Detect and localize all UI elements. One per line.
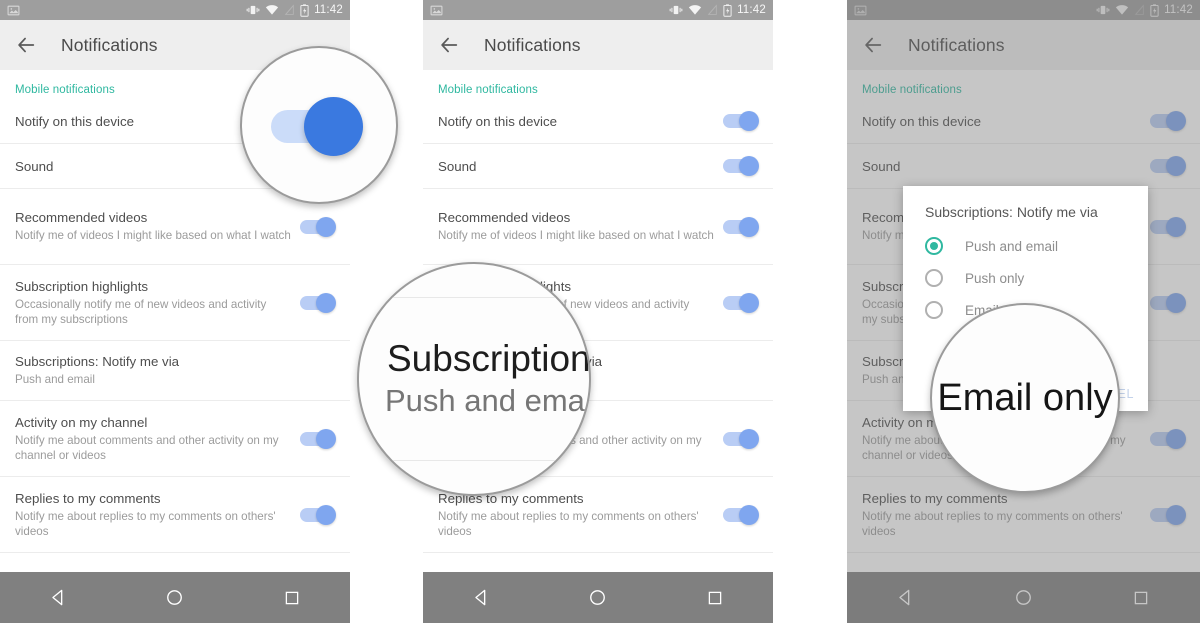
nav-back-button[interactable] bbox=[468, 585, 494, 611]
row-title: Subscription highlights bbox=[15, 278, 149, 294]
toggle-activity-on-my-channel[interactable] bbox=[300, 428, 336, 449]
toggle-replies-to-my-comments[interactable] bbox=[723, 504, 759, 525]
navigation-bar bbox=[423, 572, 773, 623]
status-bar-left-icons bbox=[7, 4, 20, 17]
row-title: Activity on my channel bbox=[15, 414, 148, 430]
toggle-thumb bbox=[739, 111, 759, 131]
screenshot-stage: 11:42 Notifications Mobile notifications… bbox=[0, 0, 1200, 623]
nav-home-button[interactable] bbox=[585, 585, 611, 611]
toggle-subscription-highlights[interactable] bbox=[723, 292, 759, 313]
nav-recents-button[interactable] bbox=[702, 585, 728, 611]
magnified-option-label: Email only bbox=[937, 376, 1113, 419]
toggle-notify-on-this-device[interactable] bbox=[723, 111, 759, 131]
battery-charging-icon bbox=[723, 3, 732, 17]
toggle-thumb bbox=[739, 428, 759, 449]
wifi-icon bbox=[688, 5, 702, 15]
radio-button[interactable] bbox=[925, 269, 943, 287]
toggle-thumb bbox=[316, 216, 336, 237]
signal-off-icon bbox=[707, 4, 717, 15]
row-title: Recommended videos bbox=[438, 210, 571, 226]
dialog-title: Subscriptions: Notify me via bbox=[925, 204, 1098, 220]
magnified-toggle-switch bbox=[271, 94, 367, 156]
row-title: Subscriptions: Notify me via bbox=[15, 354, 180, 370]
app-bar: Notifications bbox=[423, 20, 773, 70]
toggle-thumb bbox=[316, 292, 336, 313]
battery-charging-icon bbox=[300, 3, 309, 17]
radio-label: Push only bbox=[965, 270, 1025, 286]
list-item-subscriptions-notify-me-via[interactable]: Subscriptions: Notify me via Push and em… bbox=[0, 341, 350, 401]
toggle-thumb bbox=[739, 216, 759, 237]
back-arrow-icon[interactable] bbox=[438, 34, 460, 56]
magnifier-content: Email only bbox=[932, 305, 1118, 491]
row-title: Notify on this device bbox=[438, 113, 557, 129]
status-bar-right-icons: 11:42 bbox=[246, 3, 343, 17]
radio-button-selected[interactable] bbox=[925, 237, 943, 255]
toggle-recommended-videos[interactable] bbox=[300, 216, 336, 237]
screenshot-icon bbox=[7, 5, 20, 15]
list-item[interactable]: Subscription highlights Occasionally not… bbox=[0, 265, 350, 341]
list-item[interactable]: Recommended videos Notify me of videos I… bbox=[423, 189, 773, 265]
row-subtitle: Notify me about replies to my comments o… bbox=[15, 509, 276, 539]
toggle-subscription-highlights[interactable] bbox=[300, 292, 336, 313]
row-title: Recommended videos bbox=[15, 210, 148, 226]
magnified-title: Subscription bbox=[387, 338, 591, 379]
toggle-thumb bbox=[316, 428, 336, 449]
signal-off-icon bbox=[284, 4, 294, 15]
magnifier-content: Subscription Push and ema bbox=[359, 264, 589, 494]
status-bar-right-icons: 11:42 bbox=[669, 3, 766, 17]
magnifier-email-only: Email only bbox=[930, 303, 1120, 493]
status-bar-clock: 11:42 bbox=[314, 4, 343, 16]
nav-back-button[interactable] bbox=[45, 585, 71, 611]
nav-recents-button[interactable] bbox=[279, 585, 305, 611]
row-subtitle: Occasionally notify me of new videos and… bbox=[15, 297, 267, 327]
status-bar-left-icons bbox=[430, 4, 443, 17]
row-title: Sound bbox=[438, 158, 477, 174]
status-bar: 11:42 bbox=[0, 0, 350, 20]
row-title: Replies to my comments bbox=[15, 490, 161, 506]
page-title: Notifications bbox=[484, 34, 581, 55]
toggle-thumb bbox=[316, 504, 336, 525]
wifi-icon bbox=[265, 5, 279, 15]
screenshot-icon bbox=[430, 5, 443, 15]
magnifier-toggle bbox=[240, 46, 398, 204]
toggle-thumb bbox=[739, 504, 759, 525]
magnifier-content bbox=[242, 48, 396, 202]
magnifier-subscription-row: Subscription Push and ema bbox=[357, 262, 591, 496]
section-label: Mobile notifications bbox=[438, 84, 538, 96]
status-bar: 11:42 bbox=[423, 0, 773, 20]
toggle-thumb bbox=[739, 156, 759, 176]
toggle-replies-to-my-comments[interactable] bbox=[300, 504, 336, 525]
radio-label: Push and email bbox=[965, 238, 1059, 254]
radio-option-push-and-email[interactable]: Push and email bbox=[903, 230, 1148, 262]
row-subtitle: Notify me about comments and other activ… bbox=[15, 433, 279, 463]
radio-option-push-only[interactable]: Push only bbox=[903, 262, 1148, 294]
status-bar-clock: 11:42 bbox=[737, 4, 766, 16]
vibrate-icon bbox=[669, 5, 683, 15]
back-arrow-icon[interactable] bbox=[15, 34, 37, 56]
navigation-bar bbox=[0, 572, 350, 623]
row-subtitle: Notify me of videos I might like based o… bbox=[15, 229, 291, 243]
toggle-sound[interactable] bbox=[723, 156, 759, 176]
toggle-thumb bbox=[739, 292, 759, 313]
nav-home-button[interactable] bbox=[162, 585, 188, 611]
row-subtitle: Push and email bbox=[15, 373, 95, 387]
list-item[interactable]: Replies to my comments Notify me about r… bbox=[0, 477, 350, 553]
toggle-recommended-videos[interactable] bbox=[723, 216, 759, 237]
list-item[interactable]: Sound bbox=[423, 144, 773, 189]
row-subtitle: Notify me of videos I might like based o… bbox=[438, 229, 714, 243]
page-title: Notifications bbox=[61, 34, 158, 55]
vibrate-icon bbox=[246, 5, 260, 15]
toggle-activity-on-my-channel[interactable] bbox=[723, 428, 759, 449]
list-item[interactable]: Activity on my channel Notify me about c… bbox=[0, 401, 350, 477]
row-subtitle: Notify me about replies to my comments o… bbox=[438, 509, 699, 539]
magnified-toggle-thumb bbox=[304, 97, 363, 156]
magnified-subtitle: Push and ema bbox=[385, 383, 585, 418]
list-item[interactable]: Notify on this device bbox=[423, 99, 773, 144]
